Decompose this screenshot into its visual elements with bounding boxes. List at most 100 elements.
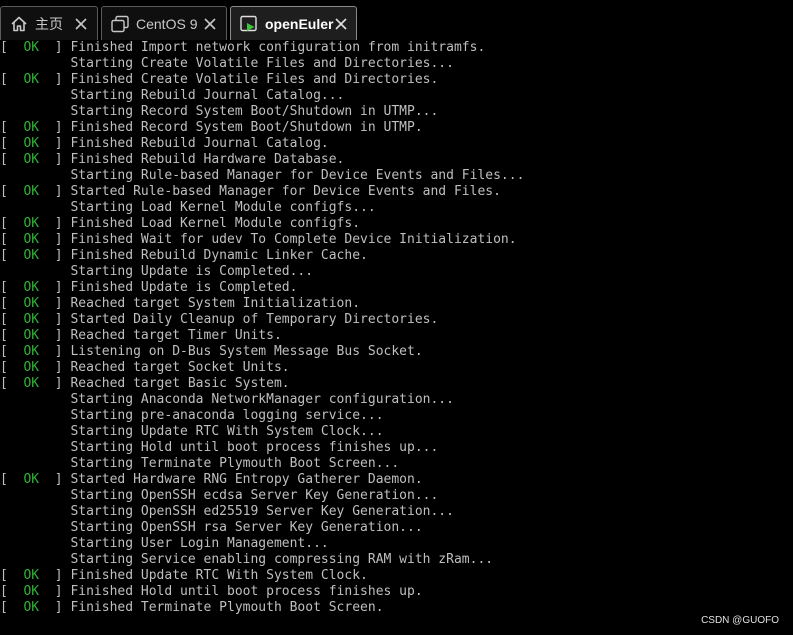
ok-label: OK xyxy=(23,296,40,311)
status-padding xyxy=(0,56,70,71)
console-line: [ OK ] Reached target Timer Units. xyxy=(0,328,282,344)
status-padding xyxy=(0,552,70,567)
status-padding xyxy=(0,456,70,471)
console-message: Starting User Login Management... xyxy=(70,536,329,551)
console-message: Starting Create Volatile Files and Direc… xyxy=(70,56,454,71)
console-line: Starting Create Volatile Files and Direc… xyxy=(0,56,454,72)
console-message: Started Rule-based Manager for Device Ev… xyxy=(70,184,501,199)
console-line: [ OK ] Finished Rebuild Journal Catalog. xyxy=(0,136,329,152)
ok-status: [ OK ] xyxy=(0,376,71,391)
console-message: Listening on D-Bus System Message Bus So… xyxy=(70,344,423,359)
ok-status: [ OK ] xyxy=(0,296,71,311)
console-message: Starting OpenSSH ed25519 Server Key Gene… xyxy=(70,504,454,519)
console-line: [ OK ] Reached target System Initializat… xyxy=(0,296,360,312)
ok-label: OK xyxy=(23,72,40,87)
ok-status: [ OK ] xyxy=(0,232,71,247)
terminal-console[interactable]: [ OK ] Finished Import network configura… xyxy=(0,40,793,635)
console-message: Finished Update RTC With System Clock. xyxy=(70,568,368,583)
console-line: [ OK ] Finished Create Volatile Files an… xyxy=(0,72,438,88)
console-message: Starting Hold until boot process finishe… xyxy=(70,440,439,455)
ok-label: OK xyxy=(23,280,40,295)
console-line: [ OK ] Listening on D-Bus System Message… xyxy=(0,344,423,360)
ok-status: [ OK ] xyxy=(0,136,71,151)
console-line: Starting pre-anaconda logging service... xyxy=(0,408,384,424)
ok-status: [ OK ] xyxy=(0,216,71,231)
console-line: Starting OpenSSH rsa Server Key Generati… xyxy=(0,520,423,536)
console-message: Finished Record System Boot/Shutdown in … xyxy=(70,120,423,135)
tab-centos-label: CentOS 9 xyxy=(136,15,198,32)
console-message: Finished Load Kernel Module configfs. xyxy=(70,216,361,231)
console-line: [ OK ] Started Hardware RNG Entropy Gath… xyxy=(0,472,423,488)
ok-label: OK xyxy=(23,568,40,583)
console-line: Starting Hold until boot process finishe… xyxy=(0,440,438,456)
tab-bar: 主页 CentOS 9 openEuler xyxy=(0,0,793,40)
close-icon[interactable] xyxy=(73,16,89,32)
tab-openeuler[interactable]: openEuler xyxy=(230,6,357,40)
console-message: Starting Terminate Plymouth Boot Screen.… xyxy=(70,456,400,471)
ok-status: [ OK ] xyxy=(0,568,71,583)
tab-centos-9[interactable]: CentOS 9 xyxy=(101,6,227,40)
console-message: Finished Create Volatile Files and Direc… xyxy=(70,72,439,87)
ok-label: OK xyxy=(23,376,40,391)
ok-status: [ OK ] xyxy=(0,184,71,199)
ok-label: OK xyxy=(23,600,40,615)
terminal-window-icon xyxy=(110,14,130,34)
ok-label: OK xyxy=(23,184,40,199)
console-line: [ OK ] Finished Update is Completed. xyxy=(0,280,297,296)
console-message: Finished Import network configuration fr… xyxy=(70,40,486,55)
ok-label: OK xyxy=(23,328,40,343)
console-message: Starting OpenSSH rsa Server Key Generati… xyxy=(70,520,423,535)
console-line: Starting User Login Management... xyxy=(0,536,329,552)
console-message: Starting Update is Completed... xyxy=(70,264,314,279)
ok-label: OK xyxy=(23,40,40,55)
console-line: [ OK ] Finished Import network configura… xyxy=(0,40,485,56)
console-message: Starting Load Kernel Module configfs... xyxy=(70,200,376,215)
console-message: Starting OpenSSH ecdsa Server Key Genera… xyxy=(70,488,439,503)
ok-status: [ OK ] xyxy=(0,344,71,359)
console-message: Finished Update is Completed. xyxy=(70,280,298,295)
ok-status: [ OK ] xyxy=(0,472,71,487)
ok-label: OK xyxy=(23,216,40,231)
console-line: [ OK ] Started Rule-based Manager for De… xyxy=(0,184,501,200)
status-padding xyxy=(0,200,70,215)
console-line: Starting OpenSSH ecdsa Server Key Genera… xyxy=(0,488,438,504)
status-padding xyxy=(0,392,70,407)
ok-label: OK xyxy=(23,312,40,327)
console-line: [ OK ] Finished Record System Boot/Shutd… xyxy=(0,120,423,136)
console-message: Finished Rebuild Hardware Database. xyxy=(70,152,345,167)
status-padding xyxy=(0,168,70,183)
ok-status: [ OK ] xyxy=(0,152,71,167)
console-message: Reached target Basic System. xyxy=(70,376,290,391)
tab-home[interactable]: 主页 xyxy=(0,6,98,40)
console-line: [ OK ] Finished Terminate Plymouth Boot … xyxy=(0,600,384,616)
ok-status: [ OK ] xyxy=(0,600,71,615)
status-padding xyxy=(0,488,70,503)
status-padding xyxy=(0,424,70,439)
ok-status: [ OK ] xyxy=(0,120,71,135)
close-icon[interactable] xyxy=(202,16,218,32)
console-message: Finished Rebuild Journal Catalog. xyxy=(70,136,329,151)
tab-home-label: 主页 xyxy=(35,15,63,32)
ok-label: OK xyxy=(23,360,40,375)
console-line: Starting Rebuild Journal Catalog... xyxy=(0,88,344,104)
console-message: Finished Rebuild Dynamic Linker Cache. xyxy=(70,248,368,263)
ok-label: OK xyxy=(23,248,40,263)
console-message: Reached target Timer Units. xyxy=(70,328,282,343)
ok-status: [ OK ] xyxy=(0,40,71,55)
console-line: Starting Load Kernel Module configfs... xyxy=(0,200,376,216)
ok-label: OK xyxy=(23,344,40,359)
console-line: [ OK ] Finished Rebuild Hardware Databas… xyxy=(0,152,344,168)
ok-label: OK xyxy=(23,120,40,135)
status-padding xyxy=(0,504,70,519)
console-message: Starting pre-anaconda logging service... xyxy=(70,408,384,423)
ok-status: [ OK ] xyxy=(0,328,71,343)
ok-label: OK xyxy=(23,584,40,599)
ok-status: [ OK ] xyxy=(0,312,71,327)
ok-status: [ OK ] xyxy=(0,360,71,375)
console-line: Starting Update is Completed... xyxy=(0,264,313,280)
close-icon[interactable] xyxy=(333,16,349,32)
console-message: Starting Rebuild Journal Catalog... xyxy=(70,88,345,103)
console-line: Starting Update RTC With System Clock... xyxy=(0,424,383,440)
console-line: [ OK ] Started Daily Cleanup of Temporar… xyxy=(0,312,438,328)
console-line: [ OK ] Finished Hold until boot process … xyxy=(0,584,423,600)
